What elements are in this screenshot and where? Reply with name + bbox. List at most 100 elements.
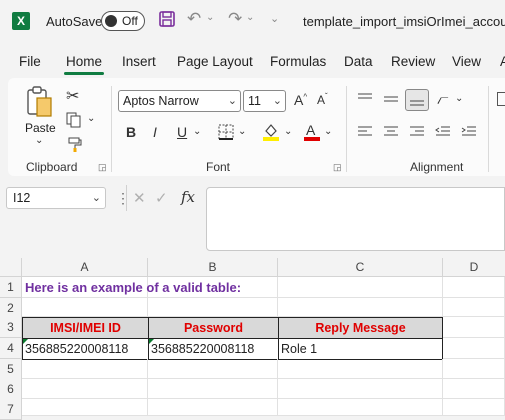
row-header[interactable]: 3 bbox=[0, 317, 22, 338]
decrease-font-size-icon[interactable]: Aˇ bbox=[317, 92, 328, 107]
tab-formulas[interactable]: Formulas bbox=[270, 54, 326, 69]
table-header-password[interactable]: Password bbox=[148, 317, 279, 339]
align-bottom-button[interactable] bbox=[405, 89, 429, 111]
font-size-select[interactable]: 11 ⌄ bbox=[243, 90, 286, 112]
cell-a2[interactable] bbox=[22, 298, 148, 317]
italic-button[interactable]: I bbox=[153, 124, 157, 140]
cell-c1[interactable] bbox=[278, 277, 443, 298]
cell-b7[interactable] bbox=[148, 399, 278, 416]
tab-view[interactable]: View bbox=[452, 54, 481, 69]
cell-d5[interactable] bbox=[443, 359, 505, 379]
cell-b6[interactable] bbox=[148, 379, 278, 399]
group-divider bbox=[488, 86, 489, 172]
cell-a5[interactable] bbox=[22, 359, 148, 379]
copy-dropdown-icon[interactable]: ⌄ bbox=[87, 113, 95, 124]
align-top-icon[interactable] bbox=[357, 92, 373, 109]
cell-d2[interactable] bbox=[443, 298, 505, 317]
cell-d4[interactable] bbox=[443, 338, 505, 359]
tab-file[interactable]: File bbox=[19, 54, 41, 69]
enter-check-icon[interactable]: ✓ bbox=[155, 189, 168, 207]
cut-icon[interactable]: ✂ bbox=[66, 86, 79, 106]
cell-c4[interactable]: Role 1 bbox=[278, 338, 443, 360]
font-launcher-icon[interactable]: ◲ bbox=[333, 162, 342, 173]
cell-d1[interactable] bbox=[443, 277, 505, 298]
underline-dropdown-icon[interactable]: ⌄ bbox=[193, 126, 201, 137]
redo-icon[interactable]: ↷ bbox=[228, 9, 242, 29]
format-painter-icon[interactable] bbox=[67, 136, 83, 155]
more-options-icon[interactable]: ⋮ bbox=[116, 190, 130, 207]
decrease-indent-icon[interactable] bbox=[435, 125, 451, 142]
cancel-icon[interactable]: ✕ bbox=[133, 189, 146, 207]
clipboard-launcher-icon[interactable]: ◲ bbox=[98, 162, 107, 173]
active-tab-indicator bbox=[64, 72, 104, 75]
underline-button[interactable]: U bbox=[177, 124, 187, 140]
cell-value: 356885220008118 bbox=[151, 342, 255, 356]
undo-icon[interactable]: ↶ bbox=[187, 9, 201, 29]
paste-label[interactable]: Paste bbox=[25, 121, 56, 135]
increase-font-size-icon[interactable]: A^ bbox=[294, 92, 307, 108]
paste-icon[interactable] bbox=[25, 86, 55, 121]
borders-dropdown-icon[interactable]: ⌄ bbox=[238, 126, 246, 137]
row-header[interactable]: 5 bbox=[0, 359, 22, 380]
font-color-icon[interactable]: A bbox=[303, 122, 321, 145]
row-header[interactable]: 7 bbox=[0, 399, 22, 420]
copy-icon[interactable] bbox=[66, 112, 82, 131]
cell-a4[interactable]: 356885220008118 bbox=[22, 338, 149, 360]
formula-input[interactable] bbox=[206, 187, 505, 251]
cell-a6[interactable] bbox=[22, 379, 148, 399]
fill-color-dropdown-icon[interactable]: ⌄ bbox=[284, 126, 292, 137]
tab-home[interactable]: Home bbox=[66, 54, 102, 69]
table-header-reply-message[interactable]: Reply Message bbox=[278, 317, 443, 339]
font-size-value: 11 bbox=[248, 94, 261, 108]
table-header-imsi[interactable]: IMSI/IMEI ID bbox=[22, 317, 149, 339]
cell-d3[interactable] bbox=[443, 317, 505, 338]
cell-b4[interactable]: 356885220008118 bbox=[148, 338, 279, 360]
cell-c5[interactable] bbox=[278, 359, 443, 379]
orientation-icon[interactable]: ⦧ bbox=[437, 91, 449, 108]
insert-function-icon[interactable]: fx bbox=[181, 188, 195, 206]
align-center-icon[interactable] bbox=[383, 125, 399, 142]
cell-c2[interactable] bbox=[278, 298, 443, 317]
cell-d7[interactable] bbox=[443, 399, 505, 416]
row-header[interactable]: 1 bbox=[0, 277, 22, 298]
redo-dropdown-icon[interactable]: ⌄ bbox=[246, 12, 254, 23]
undo-dropdown-icon[interactable]: ⌄ bbox=[206, 12, 214, 23]
cell-b2[interactable] bbox=[148, 298, 278, 317]
cell-b5[interactable] bbox=[148, 359, 278, 379]
cell-c7[interactable] bbox=[278, 399, 443, 416]
align-left-icon[interactable] bbox=[357, 125, 373, 142]
save-icon[interactable] bbox=[158, 10, 176, 33]
fill-color-icon[interactable] bbox=[262, 122, 280, 145]
bold-button[interactable]: B bbox=[126, 124, 136, 140]
tab-data[interactable]: Data bbox=[344, 54, 373, 69]
font-color-dropdown-icon[interactable]: ⌄ bbox=[324, 126, 332, 137]
cell-a7[interactable] bbox=[22, 399, 148, 416]
row-header[interactable]: 4 bbox=[0, 338, 22, 359]
customize-toolbar-icon[interactable]: ⌄ bbox=[270, 12, 279, 25]
orientation-dropdown-icon[interactable]: ⌄ bbox=[455, 93, 463, 104]
borders-icon[interactable] bbox=[218, 124, 234, 143]
font-name-select[interactable]: Aptos Narrow ⌄ bbox=[118, 90, 241, 112]
tab-insert[interactable]: Insert bbox=[122, 54, 156, 69]
name-box[interactable]: I12 ⌄ bbox=[6, 187, 106, 209]
select-all-corner[interactable] bbox=[0, 258, 22, 277]
font-name-value: Aptos Narrow bbox=[123, 94, 199, 108]
autosave-toggle[interactable]: Off bbox=[101, 11, 145, 31]
column-header-c[interactable]: C bbox=[278, 258, 443, 277]
column-header-d[interactable]: D bbox=[443, 258, 505, 277]
cell-c6[interactable] bbox=[278, 379, 443, 399]
column-header-a[interactable]: A bbox=[22, 258, 148, 277]
align-right-icon[interactable] bbox=[409, 125, 425, 142]
align-middle-icon[interactable] bbox=[383, 92, 399, 109]
tab-more[interactable]: A bbox=[500, 54, 505, 69]
wrap-text-icon[interactable] bbox=[497, 92, 505, 106]
toggle-knob bbox=[105, 15, 117, 27]
paste-dropdown-icon[interactable]: ⌄ bbox=[35, 135, 43, 146]
increase-indent-icon[interactable] bbox=[461, 125, 477, 142]
cell-d6[interactable] bbox=[443, 379, 505, 399]
tab-review[interactable]: Review bbox=[391, 54, 435, 69]
row-header[interactable]: 6 bbox=[0, 379, 22, 400]
tab-page-layout[interactable]: Page Layout bbox=[177, 54, 253, 69]
column-header-b[interactable]: B bbox=[148, 258, 278, 277]
row-header[interactable]: 2 bbox=[0, 298, 22, 319]
